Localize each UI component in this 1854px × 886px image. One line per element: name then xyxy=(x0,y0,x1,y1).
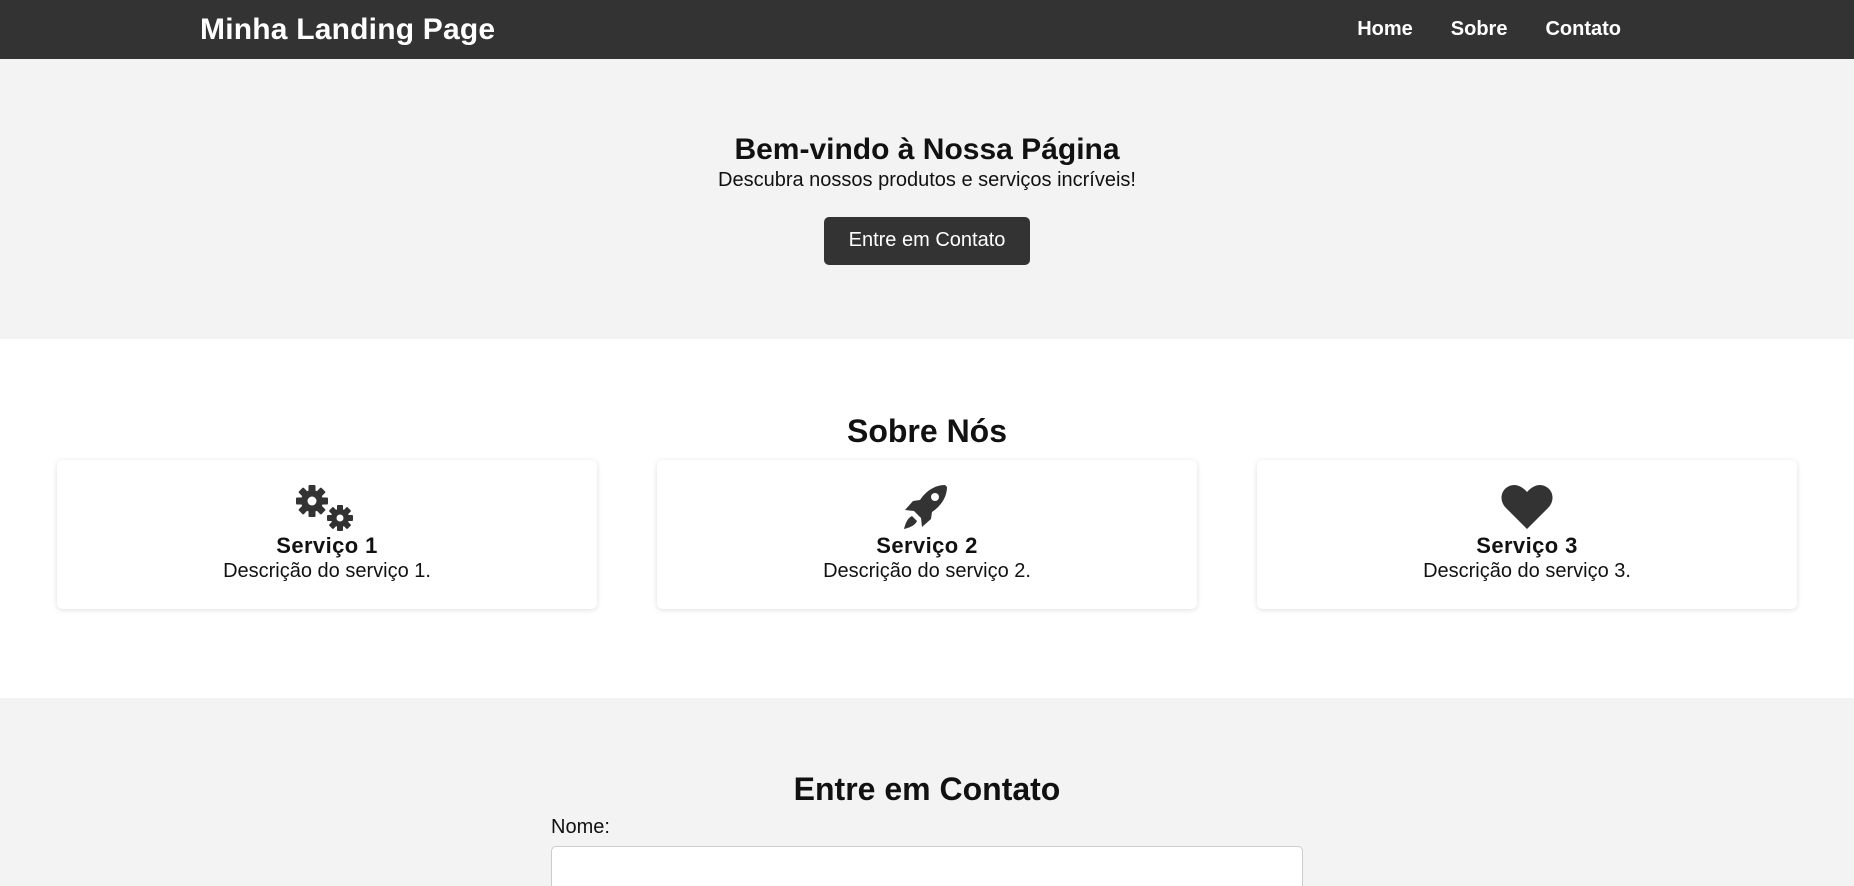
service-description: Descrição do serviço 2. xyxy=(823,560,1031,582)
service-title: Serviço 2 xyxy=(876,533,978,558)
service-description: Descrição do serviço 1. xyxy=(223,560,431,582)
landing-page: Minha Landing Page Home Sobre Contato Be… xyxy=(0,0,1854,886)
hero-section: Bem-vindo à Nossa Página Descubra nossos… xyxy=(0,59,1854,339)
contact-cta-button[interactable]: Entre em Contato xyxy=(823,216,1031,265)
contact-section: Entre em Contato Nome: xyxy=(0,698,1854,886)
nav-link-contato[interactable]: Contato xyxy=(1545,18,1621,41)
nav-link-sobre[interactable]: Sobre xyxy=(1451,18,1508,41)
contact-form: Nome: xyxy=(551,816,1303,886)
nav-link-home[interactable]: Home xyxy=(1357,18,1413,41)
about-section: Sobre Nós Serviço 1 Descrição do serviço… xyxy=(0,339,1854,698)
service-description: Descrição do serviço 3. xyxy=(1423,560,1631,582)
service-card-3: Serviço 3 Descrição do serviço 3. xyxy=(1257,460,1797,609)
service-title: Serviço 3 xyxy=(1476,533,1578,558)
services-list: Serviço 1 Descrição do serviço 1. Serviç… xyxy=(57,460,1797,609)
heart-icon xyxy=(1495,483,1559,533)
hero-title: Bem-vindo à Nossa Página xyxy=(734,133,1120,166)
service-title: Serviço 1 xyxy=(276,533,378,558)
name-input[interactable] xyxy=(551,846,1303,886)
about-title: Sobre Nós xyxy=(846,413,1008,449)
hero-subtitle: Descubra nossos produtos e serviços incr… xyxy=(718,168,1136,191)
service-card-2: Serviço 2 Descrição do serviço 2. xyxy=(657,460,1197,609)
contact-title: Entre em Contato xyxy=(793,771,1061,807)
service-card-1: Serviço 1 Descrição do serviço 1. xyxy=(57,460,597,609)
rocket-icon xyxy=(895,483,959,533)
main-nav: Home Sobre Contato xyxy=(1357,18,1621,41)
name-label: Nome: xyxy=(551,816,610,838)
brand-title: Minha Landing Page xyxy=(200,12,496,46)
gears-icon xyxy=(295,483,359,533)
site-header: Minha Landing Page Home Sobre Contato xyxy=(0,0,1854,59)
